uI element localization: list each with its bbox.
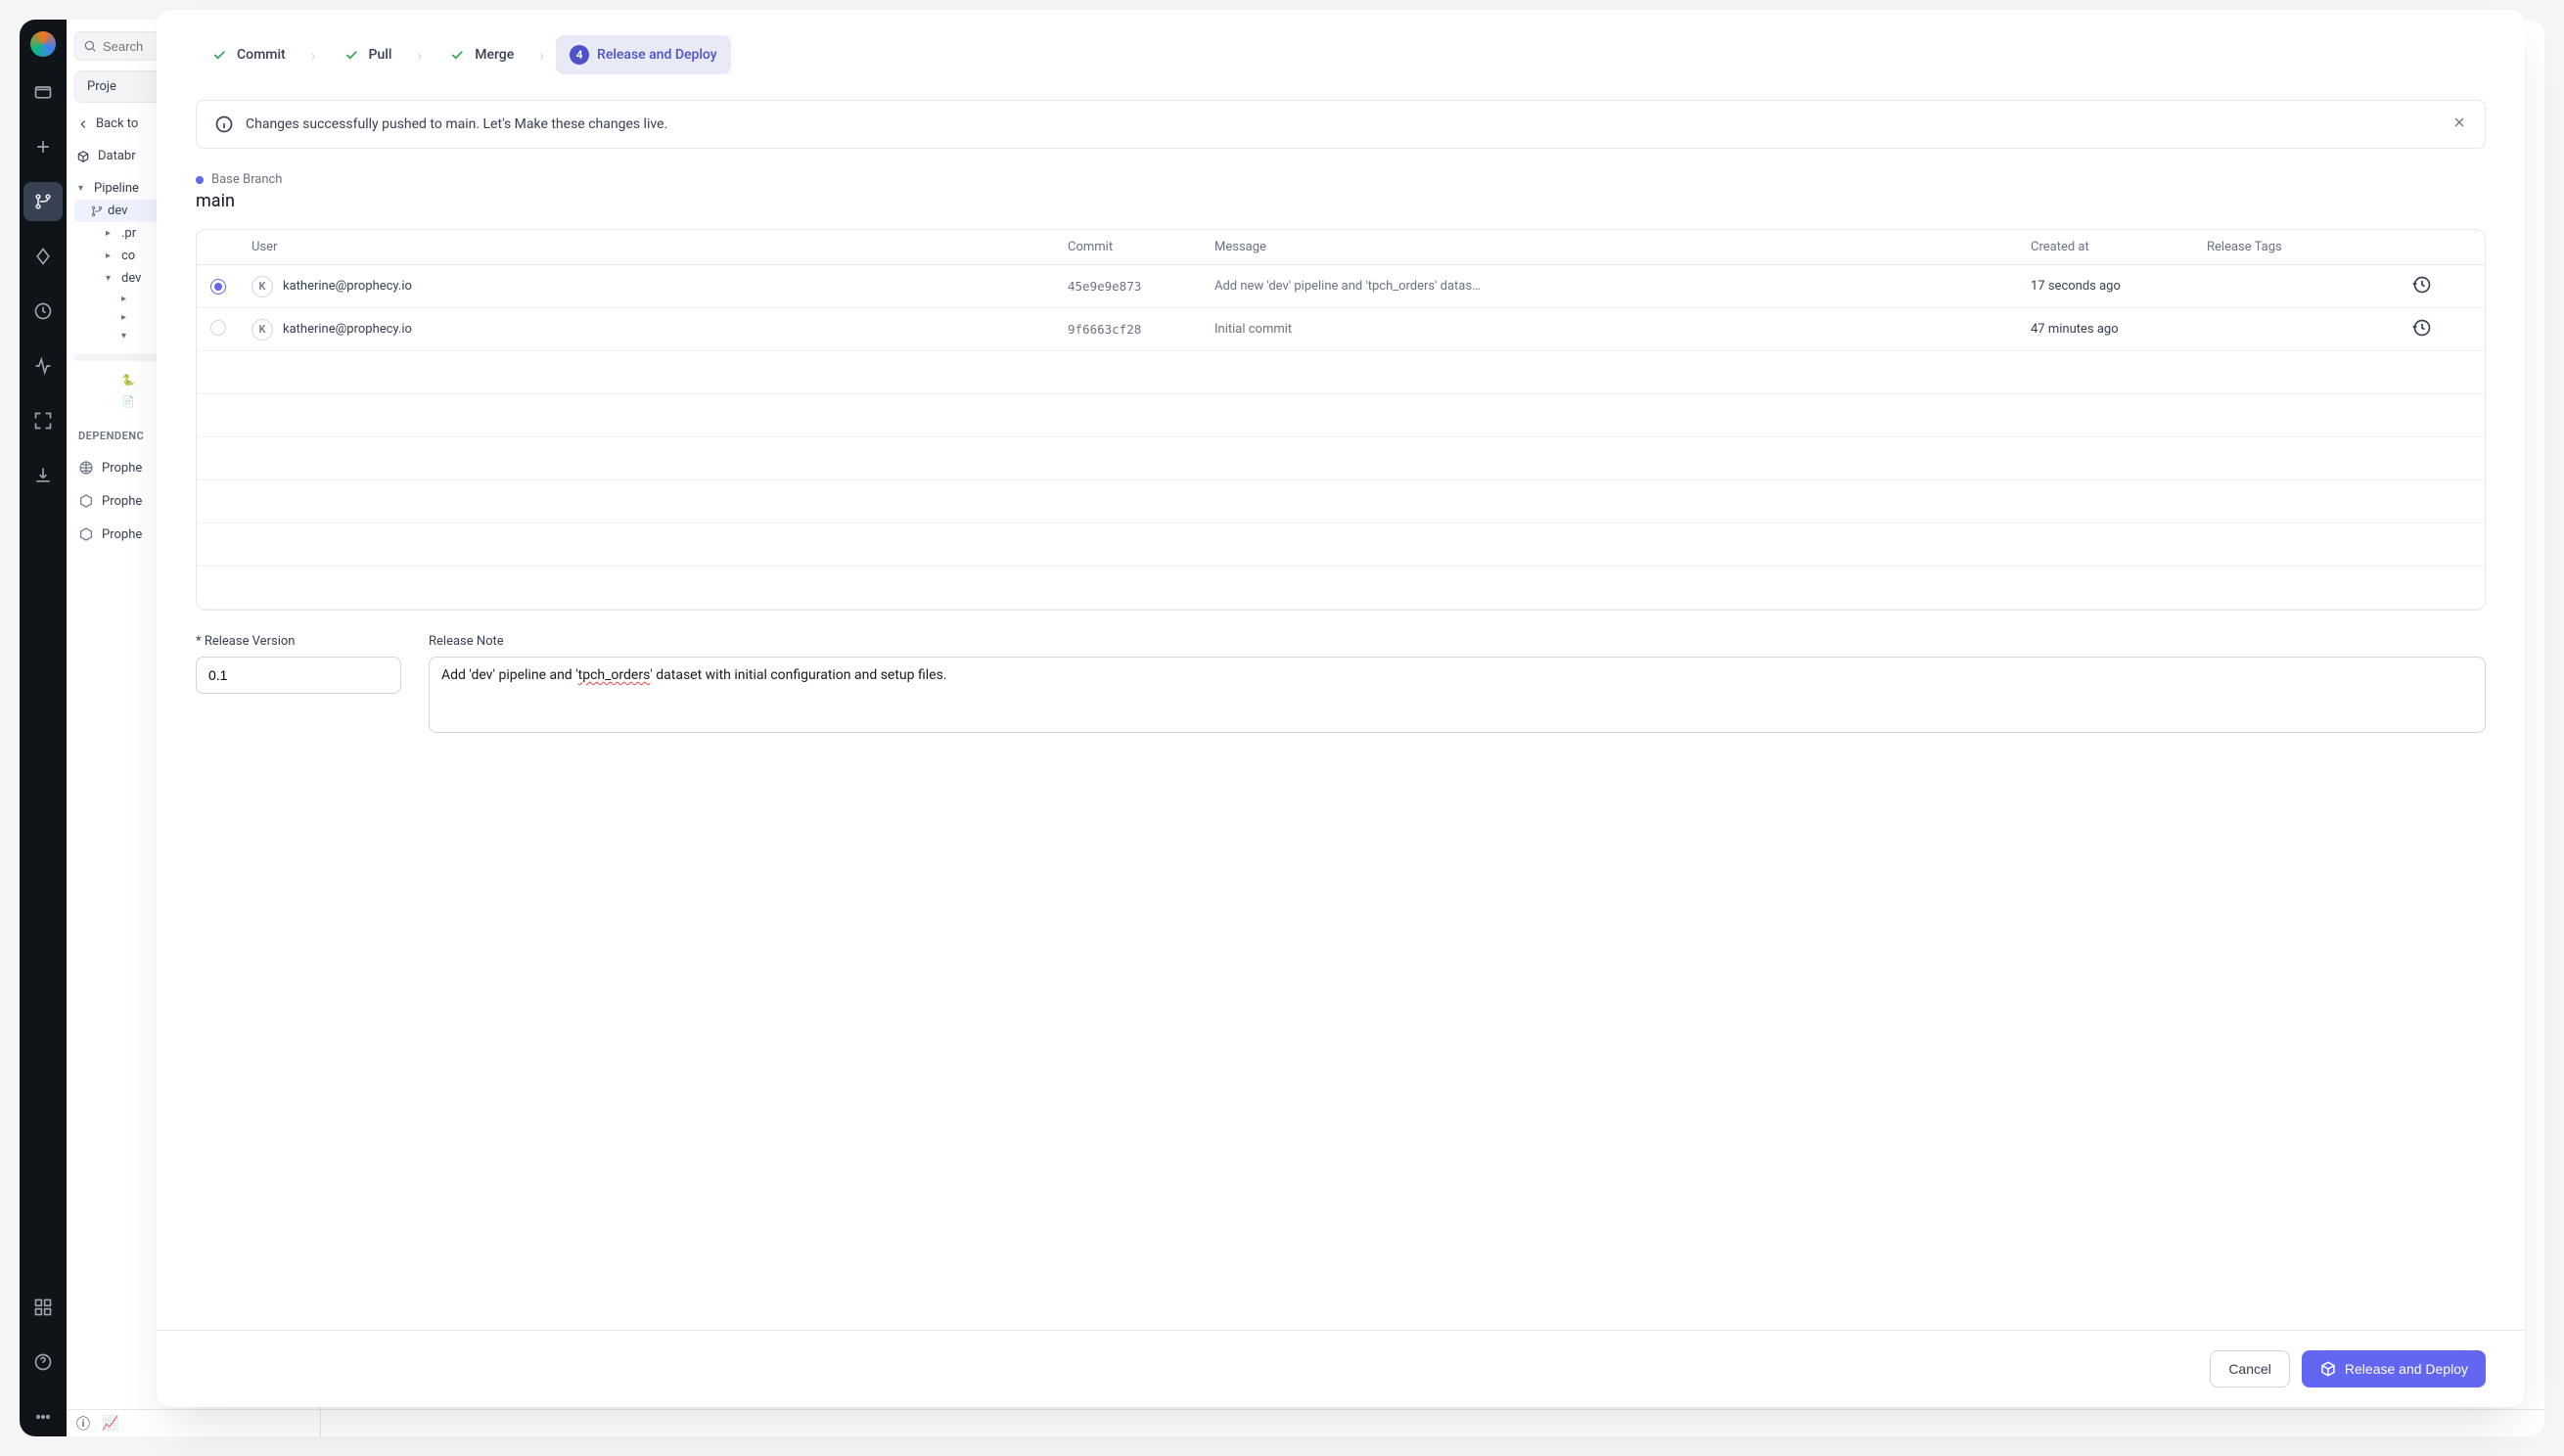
commit-message: Initial commit bbox=[1214, 322, 2031, 337]
base-branch-name: main bbox=[196, 191, 2486, 211]
chevron-right-icon: › bbox=[535, 46, 548, 65]
arrow-left-icon bbox=[76, 117, 90, 131]
table-row-empty bbox=[197, 567, 2485, 610]
release-note-input[interactable]: Add 'dev' pipeline and 'tpch_orders' dat… bbox=[429, 657, 2486, 733]
table-row-empty bbox=[197, 523, 2485, 567]
avatar: K bbox=[252, 319, 273, 341]
left-rail bbox=[20, 20, 67, 1436]
cube-icon bbox=[76, 150, 90, 163]
col-user: User bbox=[252, 240, 1068, 254]
base-branch-label: Base Branch bbox=[196, 172, 2486, 187]
rail-activity-icon[interactable] bbox=[23, 346, 63, 386]
env-link-label: Databr bbox=[98, 149, 136, 163]
commit-time: 47 minutes ago bbox=[2031, 322, 2207, 337]
step-merge[interactable]: Merge bbox=[434, 35, 527, 74]
modal-footer: Cancel Release and Deploy bbox=[157, 1330, 2525, 1407]
table-row-empty bbox=[197, 394, 2485, 437]
release-version-label: * Release Version bbox=[196, 634, 401, 649]
commit-message: Add new 'dev' pipeline and 'tpch_orders'… bbox=[1214, 279, 2031, 294]
table-row[interactable]: Kkatherine@prophecy.io 45e9e9e873 Add ne… bbox=[197, 265, 2485, 308]
cube-icon bbox=[2319, 1360, 2337, 1378]
history-icon bbox=[2412, 318, 2432, 338]
branch-dot-icon bbox=[196, 176, 204, 184]
chevron-right-icon: › bbox=[307, 46, 320, 65]
history-icon bbox=[2412, 275, 2432, 295]
table-row-empty bbox=[197, 351, 2485, 394]
info-icon bbox=[214, 114, 234, 134]
table-row[interactable]: Kkatherine@prophecy.io 9f6663cf28 Initia… bbox=[197, 308, 2485, 351]
check-icon bbox=[342, 45, 361, 65]
chevron-right-icon: › bbox=[413, 46, 426, 65]
release-note-label: Release Note bbox=[429, 634, 2486, 649]
release-deploy-modal: Commit › Pull › Merge › 4 Release and De… bbox=[157, 10, 2525, 1407]
back-link-label: Back to bbox=[96, 116, 138, 131]
rail-clock-icon[interactable] bbox=[23, 292, 63, 331]
banner-close-button[interactable] bbox=[2451, 114, 2467, 134]
release-deploy-button[interactable]: Release and Deploy bbox=[2302, 1350, 2486, 1388]
row-radio[interactable] bbox=[210, 320, 226, 336]
col-message: Message bbox=[1214, 240, 2031, 254]
rail-plus-icon[interactable] bbox=[23, 127, 63, 166]
step-commit[interactable]: Commit bbox=[196, 35, 299, 74]
rail-grid-icon[interactable] bbox=[23, 1288, 63, 1327]
bottom-bar: ⓘ 📈 bbox=[67, 1409, 2544, 1436]
rail-download-icon[interactable] bbox=[23, 456, 63, 495]
step-release-deploy[interactable]: 4 Release and Deploy bbox=[556, 35, 731, 74]
col-tags: Release Tags bbox=[2207, 240, 2412, 254]
table-row-empty bbox=[197, 437, 2485, 480]
commit-hash: 45e9e9e873 bbox=[1068, 279, 1214, 294]
step-pull[interactable]: Pull bbox=[328, 35, 406, 74]
rail-expand-icon[interactable] bbox=[23, 401, 63, 440]
rail-folder-icon[interactable] bbox=[23, 72, 63, 112]
app-logo[interactable] bbox=[30, 31, 56, 57]
user-email: katherine@prophecy.io bbox=[283, 322, 412, 337]
commit-table: User Commit Message Created at Release T… bbox=[196, 229, 2486, 611]
search-icon bbox=[83, 39, 97, 53]
rail-more-icon[interactable] bbox=[23, 1397, 63, 1436]
step-number: 4 bbox=[570, 45, 589, 65]
stepper: Commit › Pull › Merge › 4 Release and De… bbox=[196, 10, 2486, 100]
commit-hash: 9f6663cf28 bbox=[1068, 322, 1214, 337]
col-created: Created at bbox=[2031, 240, 2207, 254]
rail-help-icon[interactable] bbox=[23, 1342, 63, 1382]
banner-text: Changes successfully pushed to main. Let… bbox=[246, 116, 2440, 132]
close-icon bbox=[2451, 114, 2467, 130]
col-commit: Commit bbox=[1068, 240, 1214, 254]
check-icon bbox=[447, 45, 467, 65]
table-row-empty bbox=[197, 480, 2485, 523]
bottom-info-icon[interactable]: ⓘ bbox=[76, 1414, 90, 1433]
table-header: User Commit Message Created at Release T… bbox=[197, 230, 2485, 265]
info-banner: Changes successfully pushed to main. Let… bbox=[196, 100, 2486, 149]
bottom-trend-icon[interactable]: 📈 bbox=[102, 1416, 118, 1432]
commit-time: 17 seconds ago bbox=[2031, 279, 2207, 294]
history-button[interactable] bbox=[2412, 318, 2471, 341]
avatar: K bbox=[252, 276, 273, 297]
history-button[interactable] bbox=[2412, 275, 2471, 298]
row-radio[interactable] bbox=[210, 279, 226, 295]
rail-branch-icon[interactable] bbox=[23, 182, 63, 221]
user-email: katherine@prophecy.io bbox=[283, 279, 412, 294]
cancel-button[interactable]: Cancel bbox=[2210, 1350, 2290, 1388]
check-icon bbox=[209, 45, 229, 65]
rail-diamond-icon[interactable] bbox=[23, 237, 63, 276]
release-version-input[interactable] bbox=[196, 657, 401, 694]
